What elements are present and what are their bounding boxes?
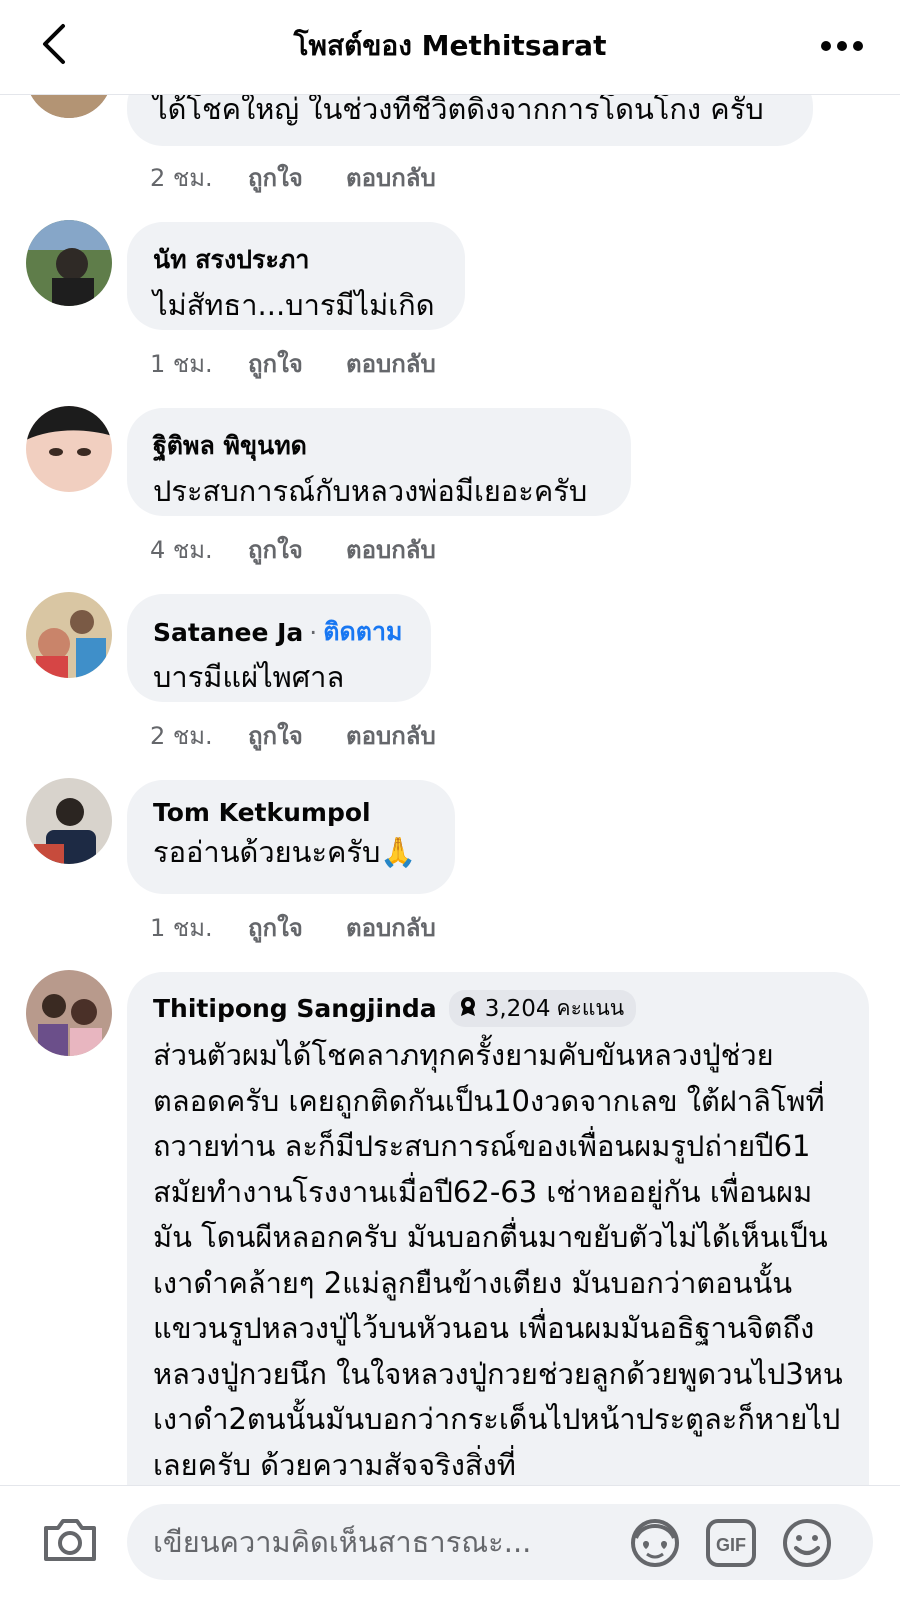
avatar-sticker-icon[interactable]	[628, 1516, 682, 1570]
comment-actions: 2 ชม. ถูกใจ ตอบกลับ	[150, 716, 436, 755]
like-button[interactable]: ถูกใจ	[248, 716, 346, 755]
commenter-avatar[interactable]	[26, 406, 112, 492]
comment-bubble: นัท สรงประภา ไม่สัทธา...บารมีไม่เกิด	[127, 222, 465, 330]
more-dots-icon	[820, 37, 864, 56]
comment-text: ส่วนตัวผมได้โชคลาภทุกครั้งยามคับขันหลวงป…	[153, 1038, 843, 1482]
separator-dot: ·	[309, 617, 318, 647]
comment-author-row: Thitipong Sangjinda 3,204 คะแนน	[153, 990, 843, 1027]
comment-author[interactable]: ฐิติพล พิขุนทด	[153, 426, 605, 466]
reply-button[interactable]: ตอบกลับ	[346, 530, 436, 569]
comment-actions: 1 ชม. ถูกใจ ตอบกลับ	[150, 344, 436, 383]
comment-author-row: Satanee Ja · ติดตาม	[153, 612, 405, 652]
emoji-icon[interactable]	[780, 1516, 834, 1570]
comment-author[interactable]: นัท สรงประภา	[153, 240, 439, 280]
comment-author[interactable]: Tom Ketkumpol	[153, 798, 429, 827]
badge-points: 3,204	[484, 995, 551, 1022]
chevron-left-icon	[39, 22, 69, 70]
comment-actions: 4 ชม. ถูกใจ ตอบกลับ	[150, 530, 436, 569]
reply-button[interactable]: ตอบกลับ	[346, 344, 436, 383]
comment-time: 1 ชม.	[150, 350, 213, 378]
comment-text: ไม่สัทธา...บารมีไม่เกิด	[153, 288, 435, 322]
like-button[interactable]: ถูกใจ	[248, 908, 346, 947]
comment-feed[interactable]: ได้โชคใหญ่ ในช่วงทีชีวิตดิ่งจากการโดนโกง…	[0, 0, 900, 1485]
comment-bubble: Tom Ketkumpol รออ่านด้วยนะครับ🙏	[127, 780, 455, 894]
badge-unit: คะแนน	[556, 996, 625, 1020]
commenter-avatar[interactable]	[26, 970, 112, 1056]
comment-text: บารมีแผ่ไพศาล	[153, 660, 345, 694]
comment-input[interactable]: เขียนความคิดเห็นสาธารณะ...	[127, 1504, 873, 1580]
reply-button[interactable]: ตอบกลับ	[346, 158, 436, 197]
commenter-avatar[interactable]	[26, 220, 112, 306]
comment-composer: เขียนความคิดเห็นสาธารณะ... GIF	[0, 1485, 900, 1601]
badge-icon	[457, 995, 479, 1023]
reply-button[interactable]: ตอบกลับ	[346, 908, 436, 947]
comment-actions: 1 ชม. ถูกใจ ตอบกลับ	[150, 908, 436, 947]
comment-time: 2 ชม.	[150, 722, 213, 750]
comment-time: 1 ชม.	[150, 914, 213, 942]
top-bar: โพสต์ของ Methitsarat	[0, 0, 900, 95]
comment-bubble: Thitipong Sangjinda 3,204 คะแนน ส่วนตัวผ…	[127, 972, 869, 1485]
commenter-avatar[interactable]	[26, 778, 112, 864]
reply-button[interactable]: ตอบกลับ	[346, 716, 436, 755]
comment-bubble: Satanee Ja · ติดตาม บารมีแผ่ไพศาล	[127, 594, 431, 702]
comment-author[interactable]: Satanee Ja	[153, 618, 303, 647]
like-button[interactable]: ถูกใจ	[248, 158, 346, 197]
gif-icon[interactable]: GIF	[704, 1516, 758, 1570]
like-button[interactable]: ถูกใจ	[248, 530, 346, 569]
comment-author[interactable]: Thitipong Sangjinda	[153, 994, 437, 1023]
comment-text: ประสบการณ์กับหลวงพ่อมีเยอะครับ	[153, 474, 588, 508]
comment-time: 2 ชม.	[150, 164, 213, 192]
like-button[interactable]: ถูกใจ	[248, 344, 346, 383]
back-button[interactable]	[30, 18, 78, 74]
page-title: โพสต์ของ Methitsarat	[293, 29, 607, 62]
comment-text: รออ่านด้วยนะครับ🙏	[153, 835, 417, 869]
follow-button[interactable]: ติดตาม	[323, 612, 402, 652]
camera-icon[interactable]	[42, 1514, 102, 1570]
comment-bubble: ฐิติพล พิขุนทด ประสบการณ์กับหลวงพ่อมีเยอ…	[127, 408, 631, 516]
commenter-avatar[interactable]	[26, 592, 112, 678]
more-options-button[interactable]	[814, 22, 870, 70]
points-badge[interactable]: 3,204 คะแนน	[448, 990, 637, 1027]
gif-label: GIF	[716, 1535, 746, 1555]
comment-actions: 2 ชม. ถูกใจ ตอบกลับ	[150, 158, 436, 197]
comment-time: 4 ชม.	[150, 536, 213, 564]
